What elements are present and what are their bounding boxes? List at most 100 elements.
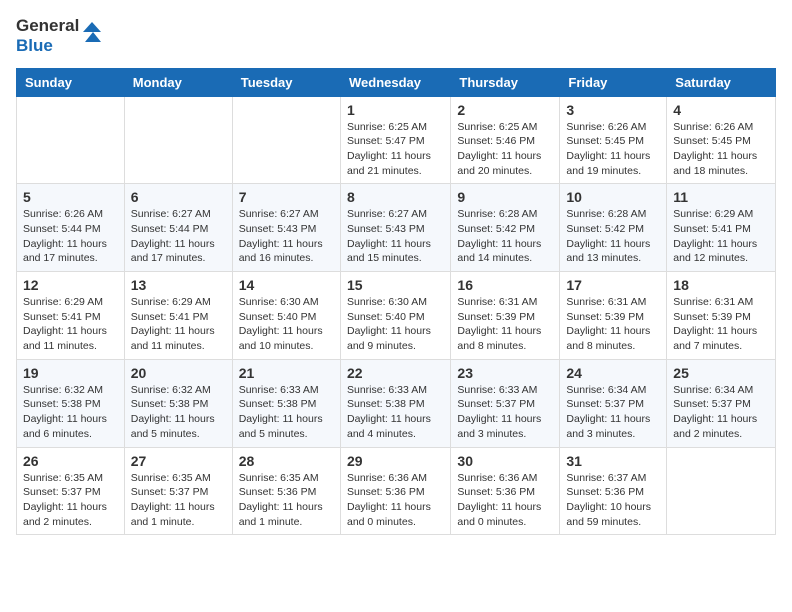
calendar-cell: 17 Sunrise: 6:31 AM Sunset: 5:39 PM Dayli… <box>560 272 667 360</box>
day-number: 10 <box>566 189 660 205</box>
day-number: 31 <box>566 453 660 469</box>
day-number: 5 <box>23 189 118 205</box>
calendar-cell: 7Sunrise: 6:27 AM Sunset: 5:43 PM Daylig… <box>232 184 340 272</box>
calendar-header: SundayMondayTuesdayWednesdayThursdayFrid… <box>17 68 776 96</box>
calendar-cell: 10Sunrise: 6:28 AM Sunset: 5:42 PM Dayli… <box>560 184 667 272</box>
day-number: 18 <box>673 277 769 293</box>
day-info: Sunrise: 6:25 AM Sunset: 5:46 PM Dayligh… <box>457 120 553 179</box>
calendar-week-2: 5Sunrise: 6:26 AM Sunset: 5:44 PM Daylig… <box>17 184 776 272</box>
weekday-header-thursday: Thursday <box>451 68 560 96</box>
day-info: Sunrise: 6:33 AM Sunset: 5:37 PM Dayligh… <box>457 383 553 442</box>
day-number: 17 <box>566 277 660 293</box>
day-info: Sunrise: 6:30 AM Sunset: 5:40 PM Dayligh… <box>239 295 334 354</box>
day-info: Sunrise: 6:37 AM Sunset: 5:36 PM Dayligh… <box>566 471 660 530</box>
calendar-cell: 14Sunrise: 6:30 AM Sunset: 5:40 PM Dayli… <box>232 272 340 360</box>
calendar-cell: 12 Sunrise: 6:29 AM Sunset: 5:41 PM Dayli… <box>17 272 125 360</box>
day-info: Sunrise: 6:36 AM Sunset: 5:36 PM Dayligh… <box>457 471 553 530</box>
day-number: 13 <box>131 277 226 293</box>
day-info: Sunrise: 6:25 AM Sunset: 5:47 PM Dayligh… <box>347 120 444 179</box>
day-info: Sunrise: 6:29 AM Sunset: 5:41 PM Dayligh… <box>23 295 118 354</box>
day-info: Sunrise: 6:31 AM Sunset: 5:39 PM Dayligh… <box>457 295 553 354</box>
day-info: Sunrise: 6:28 AM Sunset: 5:42 PM Dayligh… <box>457 207 553 266</box>
day-number: 12 <box>23 277 118 293</box>
calendar-cell: 6Sunrise: 6:27 AM Sunset: 5:44 PM Daylig… <box>124 184 232 272</box>
calendar-cell <box>232 96 340 184</box>
day-info: Sunrise: 6:29 AM Sunset: 5:41 PM Dayligh… <box>673 207 769 266</box>
calendar-cell: 20 Sunrise: 6:32 AM Sunset: 5:38 PM Dayli… <box>124 359 232 447</box>
calendar-cell: 13Sunrise: 6:29 AM Sunset: 5:41 PM Dayli… <box>124 272 232 360</box>
calendar-cell <box>124 96 232 184</box>
day-number: 21 <box>239 365 334 381</box>
day-number: 24 <box>566 365 660 381</box>
day-info: Sunrise: 6:27 AM Sunset: 5:43 PM Dayligh… <box>347 207 444 266</box>
day-number: 8 <box>347 189 444 205</box>
calendar-cell: 5Sunrise: 6:26 AM Sunset: 5:44 PM Daylig… <box>17 184 125 272</box>
calendar-cell: 15 Sunrise: 6:30 AM Sunset: 5:40 PM Dayli… <box>340 272 450 360</box>
calendar-cell: 28 Sunrise: 6:35 AM Sunset: 5:36 PM Dayli… <box>232 447 340 535</box>
weekday-header-wednesday: Wednesday <box>340 68 450 96</box>
calendar-cell: 18 Sunrise: 6:31 AM Sunset: 5:39 PM Dayli… <box>667 272 776 360</box>
calendar-week-3: 12 Sunrise: 6:29 AM Sunset: 5:41 PM Dayli… <box>17 272 776 360</box>
calendar-cell: 25 Sunrise: 6:34 AM Sunset: 5:37 PM Dayli… <box>667 359 776 447</box>
calendar-cell <box>667 447 776 535</box>
day-info: Sunrise: 6:26 AM Sunset: 5:45 PM Dayligh… <box>673 120 769 179</box>
page-header: GeneralBlue <box>16 16 776 56</box>
calendar-cell: 4 Sunrise: 6:26 AM Sunset: 5:45 PM Daylig… <box>667 96 776 184</box>
day-info: Sunrise: 6:34 AM Sunset: 5:37 PM Dayligh… <box>566 383 660 442</box>
calendar-cell: 23 Sunrise: 6:33 AM Sunset: 5:37 PM Dayli… <box>451 359 560 447</box>
day-info: Sunrise: 6:35 AM Sunset: 5:37 PM Dayligh… <box>131 471 226 530</box>
day-number: 9 <box>457 189 553 205</box>
weekday-header-row: SundayMondayTuesdayWednesdayThursdayFrid… <box>17 68 776 96</box>
day-number: 30 <box>457 453 553 469</box>
day-number: 4 <box>673 102 769 118</box>
logo: GeneralBlue <box>16 16 101 56</box>
calendar-cell: 9 Sunrise: 6:28 AM Sunset: 5:42 PM Daylig… <box>451 184 560 272</box>
day-number: 26 <box>23 453 118 469</box>
day-number: 22 <box>347 365 444 381</box>
calendar-week-5: 26 Sunrise: 6:35 AM Sunset: 5:37 PM Dayli… <box>17 447 776 535</box>
day-info: Sunrise: 6:35 AM Sunset: 5:36 PM Dayligh… <box>239 471 334 530</box>
day-number: 3 <box>566 102 660 118</box>
calendar-cell: 1Sunrise: 6:25 AM Sunset: 5:47 PM Daylig… <box>340 96 450 184</box>
day-number: 16 <box>457 277 553 293</box>
calendar-cell <box>17 96 125 184</box>
calendar-cell: 31 Sunrise: 6:37 AM Sunset: 5:36 PM Dayli… <box>560 447 667 535</box>
day-info: Sunrise: 6:36 AM Sunset: 5:36 PM Dayligh… <box>347 471 444 530</box>
day-info: Sunrise: 6:31 AM Sunset: 5:39 PM Dayligh… <box>673 295 769 354</box>
day-number: 2 <box>457 102 553 118</box>
calendar-table: SundayMondayTuesdayWednesdayThursdayFrid… <box>16 68 776 536</box>
day-info: Sunrise: 6:32 AM Sunset: 5:38 PM Dayligh… <box>131 383 226 442</box>
weekday-header-tuesday: Tuesday <box>232 68 340 96</box>
day-number: 28 <box>239 453 334 469</box>
calendar-cell: 26 Sunrise: 6:35 AM Sunset: 5:37 PM Dayli… <box>17 447 125 535</box>
day-number: 11 <box>673 189 769 205</box>
day-number: 25 <box>673 365 769 381</box>
calendar-cell: 30 Sunrise: 6:36 AM Sunset: 5:36 PM Dayli… <box>451 447 560 535</box>
day-number: 27 <box>131 453 226 469</box>
weekday-header-friday: Friday <box>560 68 667 96</box>
day-number: 15 <box>347 277 444 293</box>
day-number: 23 <box>457 365 553 381</box>
calendar-cell: 19 Sunrise: 6:32 AM Sunset: 5:38 PM Dayli… <box>17 359 125 447</box>
day-info: Sunrise: 6:30 AM Sunset: 5:40 PM Dayligh… <box>347 295 444 354</box>
calendar-cell: 16 Sunrise: 6:31 AM Sunset: 5:39 PM Dayli… <box>451 272 560 360</box>
day-number: 20 <box>131 365 226 381</box>
day-number: 7 <box>239 189 334 205</box>
calendar-week-4: 19 Sunrise: 6:32 AM Sunset: 5:38 PM Dayli… <box>17 359 776 447</box>
day-info: Sunrise: 6:33 AM Sunset: 5:38 PM Dayligh… <box>239 383 334 442</box>
calendar-cell: 11 Sunrise: 6:29 AM Sunset: 5:41 PM Dayli… <box>667 184 776 272</box>
day-info: Sunrise: 6:32 AM Sunset: 5:38 PM Dayligh… <box>23 383 118 442</box>
calendar-cell: 3Sunrise: 6:26 AM Sunset: 5:45 PM Daylig… <box>560 96 667 184</box>
day-number: 19 <box>23 365 118 381</box>
calendar-cell: 21 Sunrise: 6:33 AM Sunset: 5:38 PM Dayli… <box>232 359 340 447</box>
calendar-cell: 22Sunrise: 6:33 AM Sunset: 5:38 PM Dayli… <box>340 359 450 447</box>
day-info: Sunrise: 6:34 AM Sunset: 5:37 PM Dayligh… <box>673 383 769 442</box>
calendar-cell: 8 Sunrise: 6:27 AM Sunset: 5:43 PM Daylig… <box>340 184 450 272</box>
day-info: Sunrise: 6:31 AM Sunset: 5:39 PM Dayligh… <box>566 295 660 354</box>
calendar-body: 1Sunrise: 6:25 AM Sunset: 5:47 PM Daylig… <box>17 96 776 535</box>
weekday-header-saturday: Saturday <box>667 68 776 96</box>
calendar-week-1: 1Sunrise: 6:25 AM Sunset: 5:47 PM Daylig… <box>17 96 776 184</box>
day-info: Sunrise: 6:35 AM Sunset: 5:37 PM Dayligh… <box>23 471 118 530</box>
day-info: Sunrise: 6:27 AM Sunset: 5:44 PM Dayligh… <box>131 207 226 266</box>
weekday-header-sunday: Sunday <box>17 68 125 96</box>
